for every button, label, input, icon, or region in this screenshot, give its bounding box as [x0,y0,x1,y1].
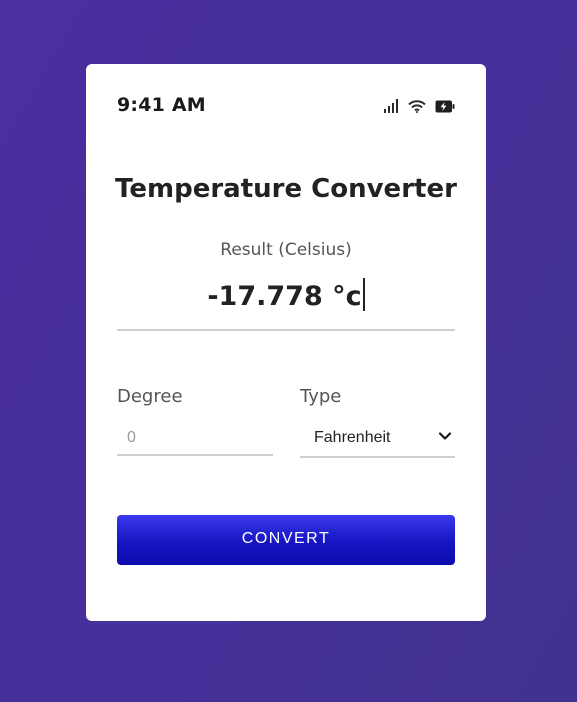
battery-charging-icon [435,100,455,113]
result-divider [117,329,455,331]
signal-icon [384,99,399,113]
status-icons [384,97,455,113]
result-label: Result (Celsius) [220,240,352,260]
type-label: Type [300,386,342,407]
converter-card: 9:41 AM Temperature Converter Result (Ce… [86,64,486,621]
status-time: 9:41 AM [117,94,206,116]
convert-button[interactable]: CONVERT [117,515,455,565]
chevron-down-icon [438,431,452,441]
type-select[interactable]: Fahrenheit [300,422,455,458]
degree-label: Degree [117,386,183,407]
text-caret [362,278,365,311]
status-bar: 9:41 AM [117,94,455,118]
degree-input[interactable] [117,422,273,456]
result-value-display[interactable]: -17.778 °c [117,278,455,318]
result-value: -17.778 °c [207,281,362,312]
wifi-icon [408,100,426,113]
page-title: Temperature Converter [115,174,457,204]
type-select-value: Fahrenheit [314,429,391,446]
